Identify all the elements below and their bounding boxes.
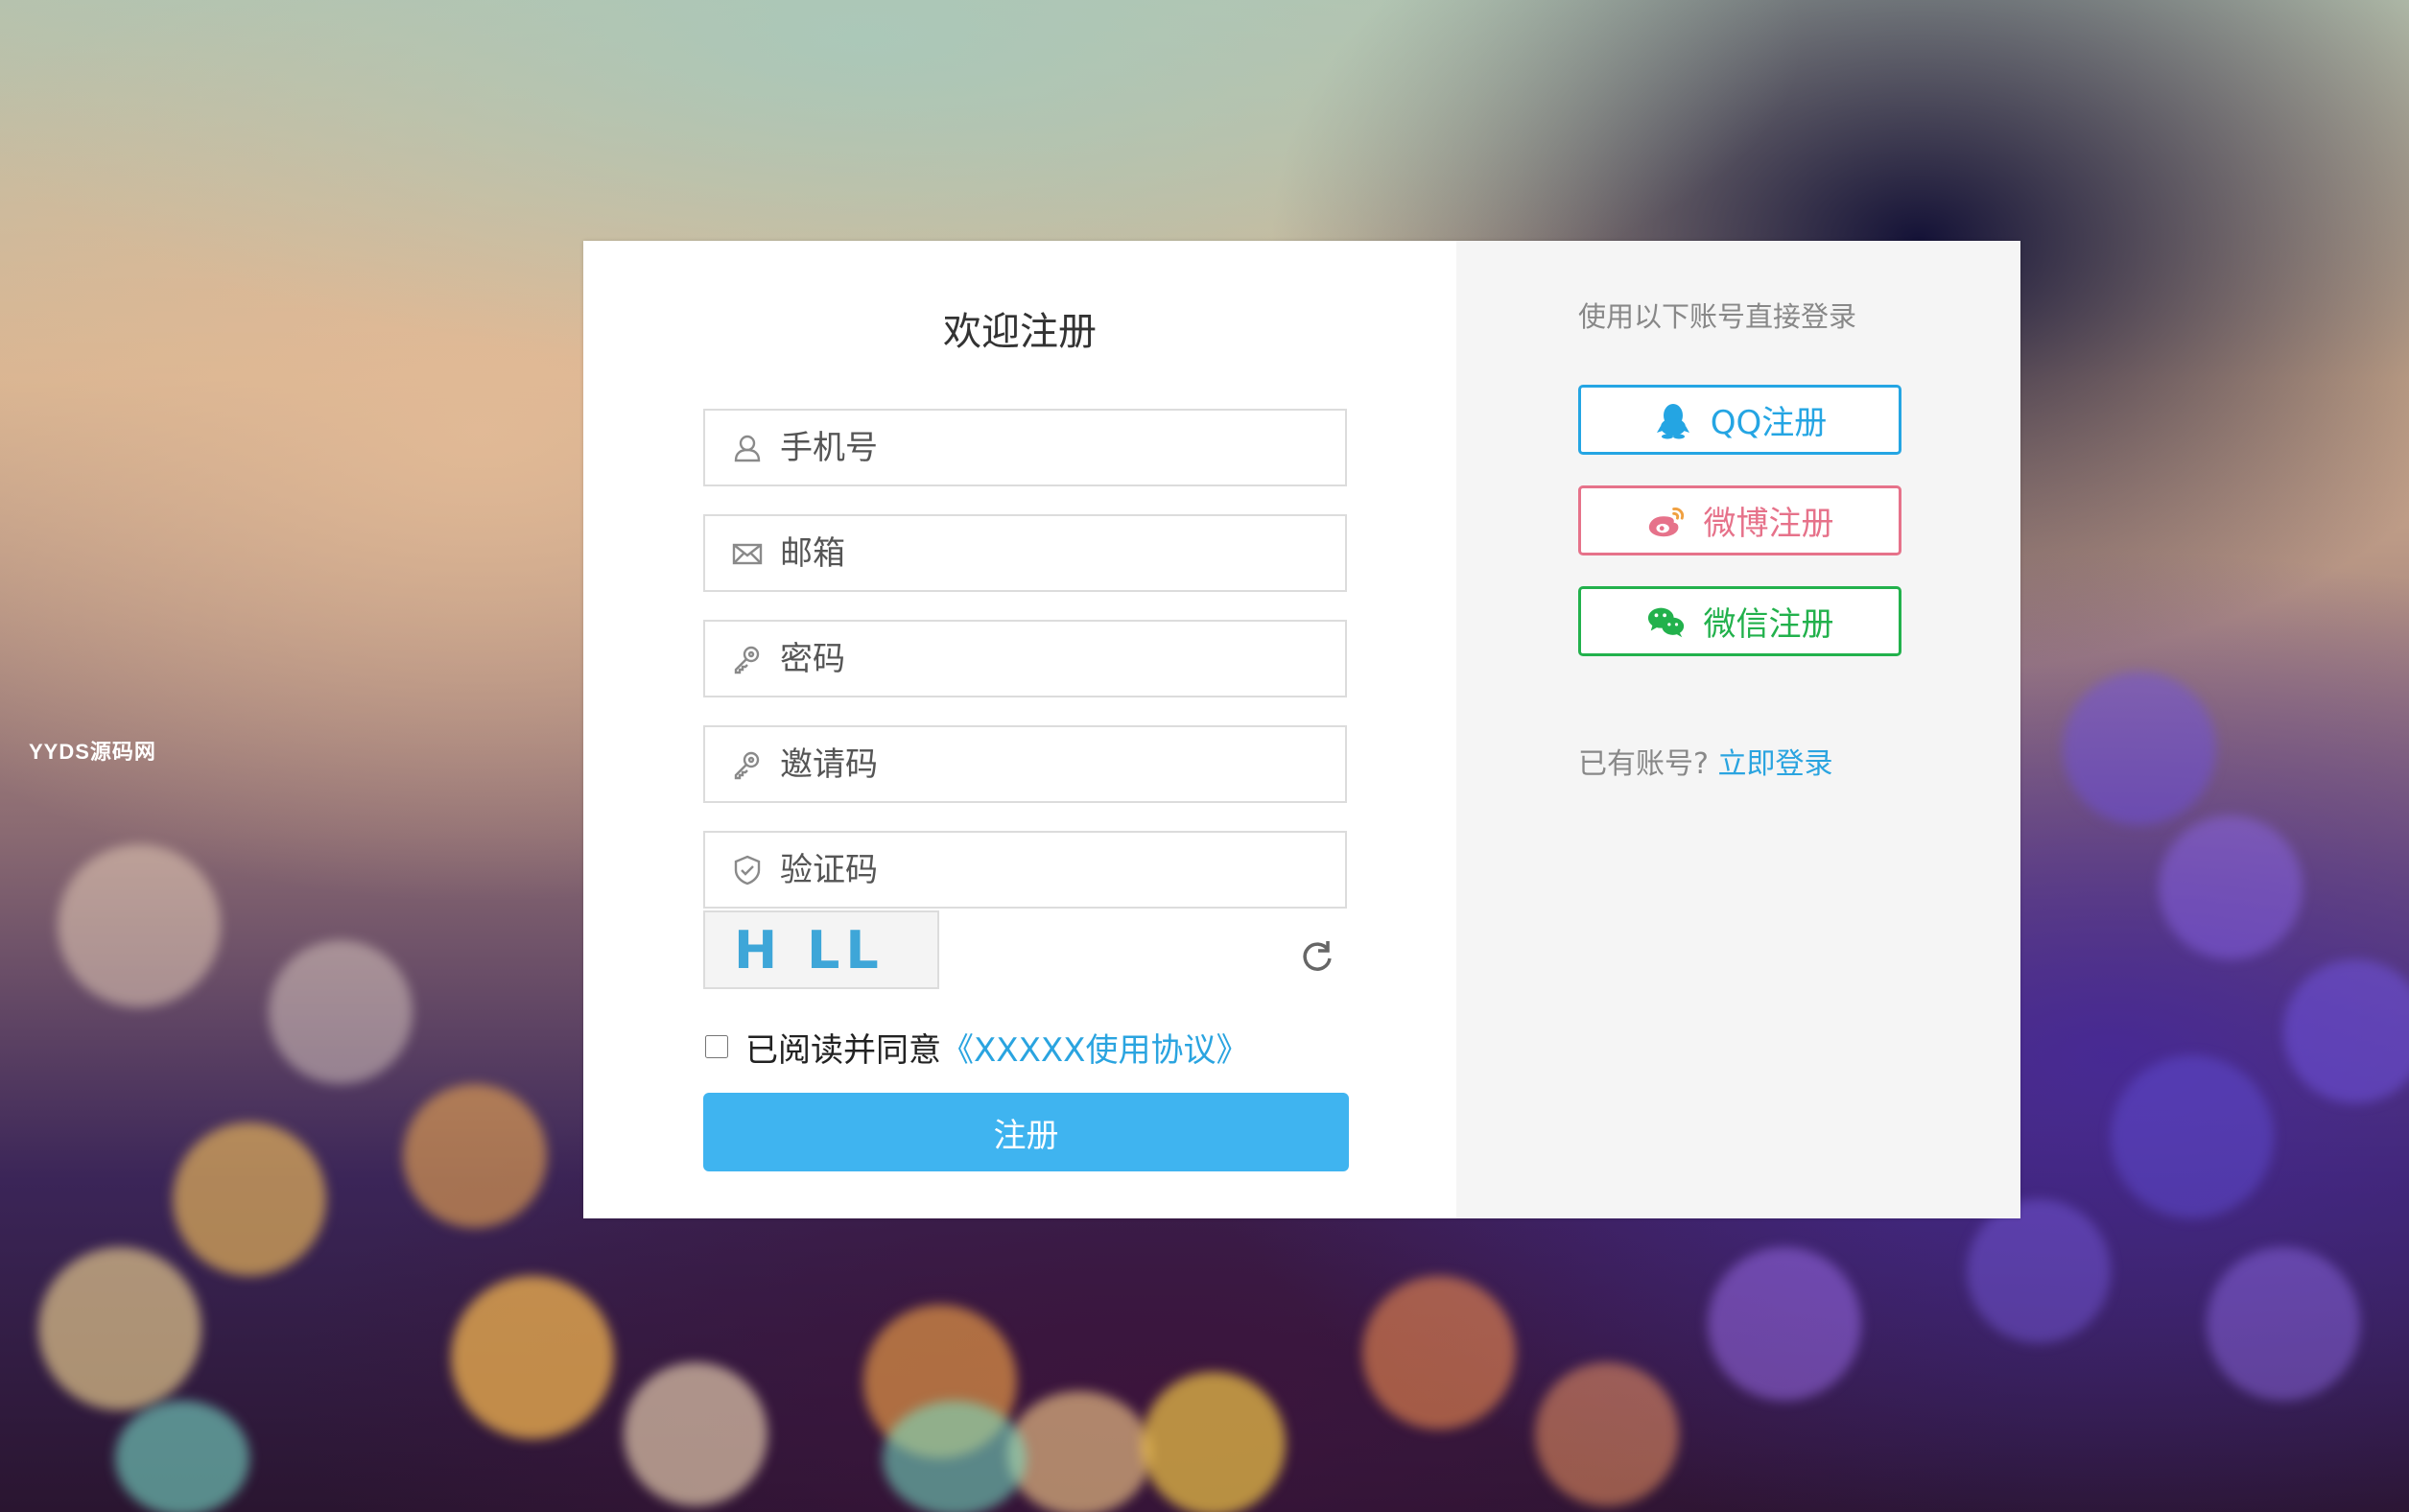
- register-button[interactable]: 注册: [703, 1093, 1349, 1171]
- password-input[interactable]: [780, 639, 1317, 678]
- qq-penguin-icon: [1653, 400, 1693, 440]
- weibo-icon: [1646, 501, 1687, 541]
- login-prompt: 已有账号? 立即登录: [1578, 740, 1832, 782]
- watermark: YYDS源码网: [29, 740, 156, 764]
- key-icon: [730, 747, 765, 782]
- register-card: 欢迎注册 手机号 邮箱 邀请码 验证码 H LL 已阅读并同意 《XXXXX使用…: [583, 241, 2020, 1218]
- password-field[interactable]: [703, 620, 1347, 697]
- social-login-hint: 使用以下账号直接登录: [1578, 300, 1857, 333]
- phone-field[interactable]: [703, 409, 1347, 486]
- qq-register-button[interactable]: QQ注册: [1578, 385, 1901, 455]
- captcha-image[interactable]: H LL: [703, 910, 939, 989]
- agree-checkbox[interactable]: [705, 1035, 728, 1058]
- register-form: 欢迎注册 手机号 邮箱 邀请码 验证码 H LL 已阅读并同意 《XXXXX使用…: [583, 241, 1456, 1218]
- weibo-register-button[interactable]: 微博注册: [1578, 485, 1901, 555]
- captcha-input[interactable]: [780, 850, 1317, 889]
- agreement-row: 已阅读并同意 《XXXXX使用协议》: [703, 1023, 1248, 1071]
- captcha-field[interactable]: [703, 831, 1347, 909]
- qq-register-label: QQ注册: [1710, 404, 1828, 442]
- has-account-text: 已有账号?: [1578, 747, 1709, 781]
- mail-icon: [730, 536, 765, 571]
- wechat-icon: [1646, 602, 1687, 642]
- agreement-link[interactable]: 《XXXXX使用协议》: [941, 1024, 1248, 1071]
- login-link[interactable]: 立即登录: [1717, 747, 1832, 781]
- invite-code-field[interactable]: [703, 725, 1347, 803]
- page-title: 欢迎注册: [943, 310, 1097, 354]
- key-icon: [730, 642, 765, 676]
- weibo-register-label: 微博注册: [1703, 505, 1834, 543]
- refresh-icon[interactable]: [1298, 937, 1336, 976]
- shield-icon: [730, 853, 765, 887]
- email-input[interactable]: [780, 533, 1317, 573]
- wechat-register-button[interactable]: 微信注册: [1578, 586, 1901, 656]
- social-login-panel: 使用以下账号直接登录 QQ注册 微博注册 微信注册 已有账号? 立即登录: [1456, 241, 2020, 1218]
- invite-code-input[interactable]: [780, 744, 1317, 784]
- email-field[interactable]: [703, 514, 1347, 592]
- phone-input[interactable]: [780, 428, 1317, 467]
- user-icon: [730, 431, 765, 465]
- agree-text: 已阅读并同意: [745, 1030, 941, 1070]
- wechat-register-label: 微信注册: [1703, 605, 1834, 644]
